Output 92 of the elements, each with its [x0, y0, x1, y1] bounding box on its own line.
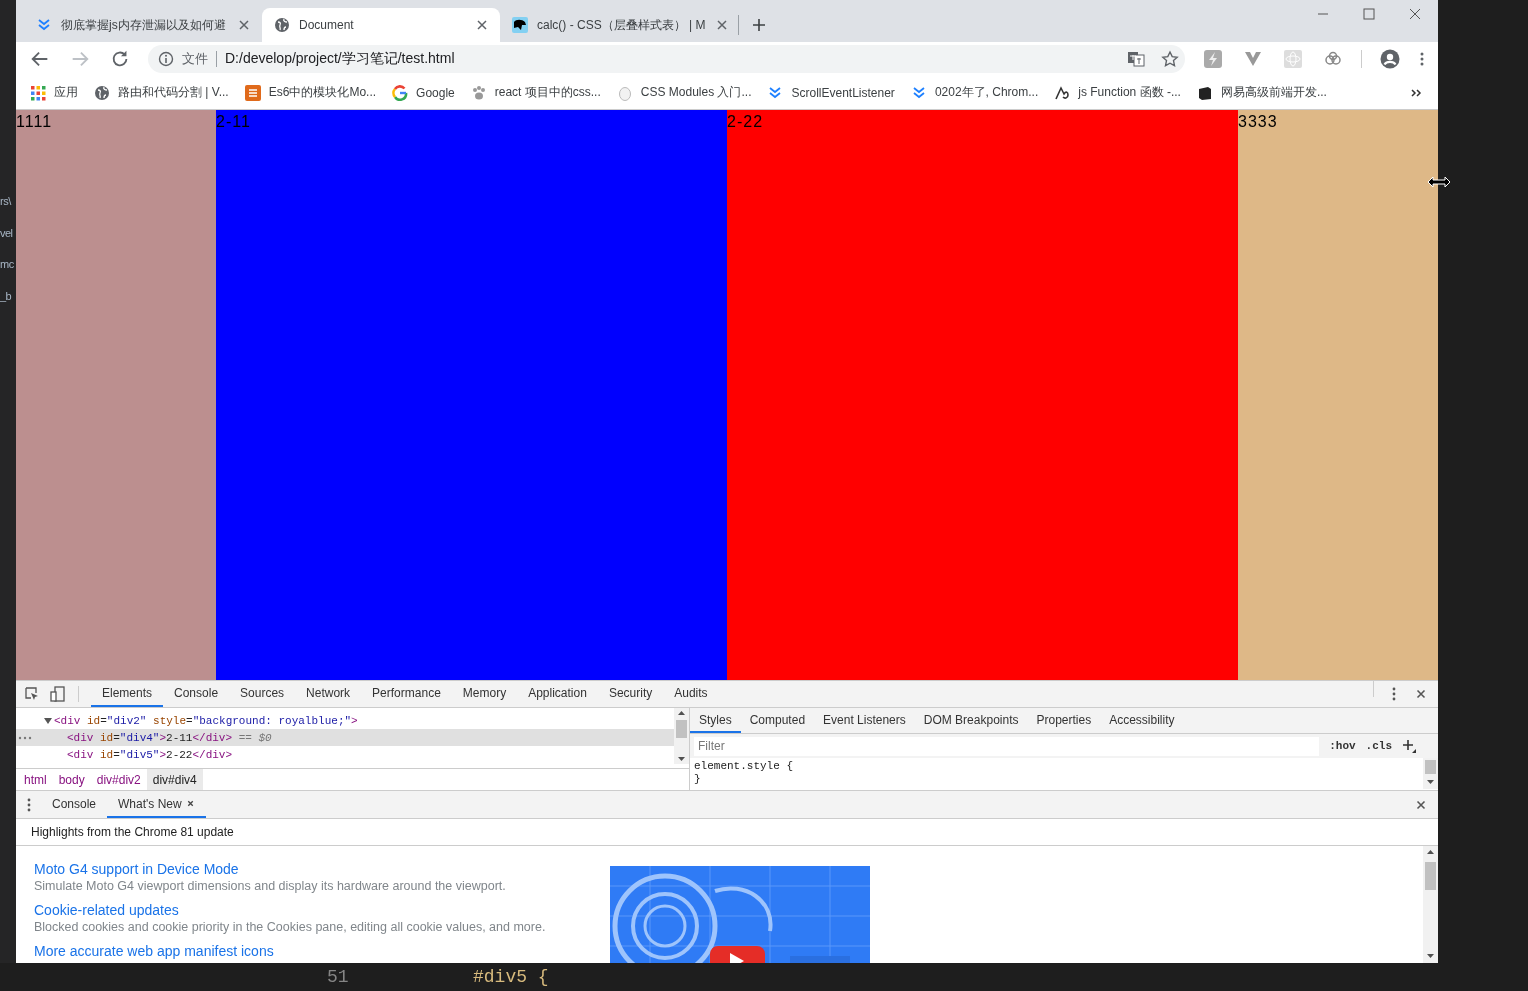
bookmark[interactable]: 0202年了, Chrom... [910, 84, 1039, 101]
scrollbar[interactable] [1423, 846, 1438, 963]
bookmark[interactable]: Es6中的模块化Mo... [244, 84, 377, 101]
close-icon[interactable] [1409, 8, 1421, 20]
styles-tab[interactable]: Accessibility [1100, 708, 1184, 733]
column-text: 3333 [1238, 112, 1278, 131]
v-logo-icon[interactable] [1244, 50, 1262, 68]
feature-link[interactable]: Cookie-related updates [34, 901, 594, 919]
paw-icon [470, 84, 487, 101]
section-heading: Highlights from the Chrome 81 update [16, 819, 1438, 846]
book-icon [1196, 84, 1213, 101]
code-fragment: rs\ [0, 194, 13, 209]
styles-tab[interactable]: DOM Breakpoints [914, 708, 1028, 733]
bookmark[interactable]: react 项目中的css... [470, 84, 601, 101]
squiggle-icon [1054, 84, 1071, 101]
resize-cursor-icon [1427, 176, 1451, 188]
scrollbar[interactable] [1423, 758, 1438, 789]
cloud-extension-icon[interactable] [1323, 50, 1343, 68]
close-icon[interactable] [1414, 687, 1428, 701]
globe-icon [94, 84, 110, 101]
inspect-icon[interactable] [24, 686, 40, 702]
profile-icon[interactable] [1380, 49, 1400, 69]
filter-field[interactable]: Filter [694, 736, 1320, 756]
devtools-tab[interactable]: Security [597, 681, 664, 707]
device-icon[interactable] [50, 686, 66, 702]
bookmark[interactable]: ScrollEventListener [767, 84, 895, 101]
column-text: 1111 [16, 112, 53, 131]
feature-description: Blocked cookies and cookie priority in the Cookies pane, editing all cookie values, and more. [34, 919, 547, 936]
star-icon[interactable] [1161, 50, 1179, 68]
styles-tab[interactable]: Properties [1027, 708, 1101, 733]
styles-tab[interactable]: Event Listeners [814, 708, 915, 733]
code-fragment: _b [0, 288, 13, 304]
bookmark[interactable]: Google [392, 84, 455, 101]
style-rule-text: element.style { [694, 760, 795, 773]
devtools-tab[interactable]: Application [517, 681, 598, 707]
bookmark[interactable]: CSS Modules 入门... [616, 84, 752, 101]
drawer-tab[interactable]: What's New [107, 791, 206, 818]
translate-icon[interactable] [1127, 50, 1145, 68]
breadcrumb[interactable]: html [18, 769, 53, 790]
breadcrumb[interactable]: div#div2 [90, 769, 147, 790]
devtools-tab[interactable]: Network [295, 681, 362, 707]
more-bookmarks-icon[interactable] [1410, 86, 1422, 99]
browser-tab[interactable]: calc() - CSS（层叠样式表） | M [500, 8, 738, 42]
styles-tab[interactable]: Computed [740, 708, 815, 733]
bookmark[interactable]: 应用 [30, 84, 78, 101]
devtools-tab[interactable]: Sources [229, 681, 296, 707]
dinosaur-icon [512, 17, 528, 33]
toggle-button[interactable]: :hov [1329, 740, 1356, 752]
toggle-button[interactable]: .cls [1365, 740, 1392, 752]
dom-line[interactable]: <div id="div5">2-22</div> [16, 746, 674, 763]
more-icon[interactable] [18, 735, 32, 741]
new-tab-icon[interactable] [751, 17, 767, 33]
breadcrumb[interactable]: body [52, 769, 91, 790]
code-fragment: mc [0, 257, 15, 273]
globe-icon [274, 17, 290, 33]
square-icon [244, 84, 261, 101]
drawer-menu-icon[interactable] [26, 796, 32, 813]
breadcrumb[interactable]: div#div4 [146, 769, 203, 790]
browser-tab[interactable]: 彻底掌握js内存泄漏以及如何避 [24, 8, 262, 42]
feature-link[interactable]: More accurate web app manifest icons [34, 942, 594, 960]
feature-link[interactable]: Moto G4 support in Device Mode [34, 860, 594, 878]
code-line: #div5 { [473, 967, 549, 987]
double-chevron-icon [36, 17, 52, 33]
apps-grid-icon [30, 84, 46, 101]
url-text: D:/develop/project/学习笔记/test.html [225, 50, 456, 68]
bookmark[interactable]: 网易高级前端开发... [1196, 84, 1327, 101]
code-fragment: vel [0, 225, 14, 241]
column-text: 2-22 [727, 112, 764, 131]
close-icon[interactable] [185, 799, 195, 808]
drawer-tab[interactable]: Console [41, 791, 108, 818]
bookmark[interactable]: js Function 函数 -... [1054, 84, 1181, 101]
devtools-tab[interactable]: Audits [663, 681, 719, 707]
egg-icon [616, 84, 633, 101]
bookmark[interactable]: 路由和代码分割 | V... [94, 84, 229, 101]
line-number: 51 [327, 967, 350, 987]
devtools-tab[interactable]: Console [163, 681, 230, 707]
style-rule-text: } [694, 773, 702, 786]
info-icon[interactable] [158, 51, 174, 67]
new-rule-icon[interactable] [1402, 739, 1416, 753]
devtools-tab[interactable]: Elements [91, 681, 164, 707]
dom-line[interactable]: <div id="div2" style="background: royalblue;"> [16, 712, 674, 729]
devtools-tab[interactable]: Memory [451, 681, 518, 707]
maximize-icon[interactable] [1363, 8, 1375, 20]
browser-tab[interactable]: Document [262, 8, 500, 42]
security-label: 文件 [182, 50, 208, 68]
devtools-tab[interactable]: Performance [361, 681, 452, 707]
column-text: 2-11 [216, 112, 251, 131]
scrollbar[interactable] [674, 708, 689, 764]
g-logo-icon [392, 84, 409, 101]
expand-triangle-icon[interactable] [44, 716, 52, 725]
feature-description: Simulate Moto G4 viewport dimensions and display its hardware around the viewport. [34, 878, 507, 895]
address-bar[interactable]: 文件 D:/develop/project/学习笔记/test.html [148, 45, 1185, 73]
